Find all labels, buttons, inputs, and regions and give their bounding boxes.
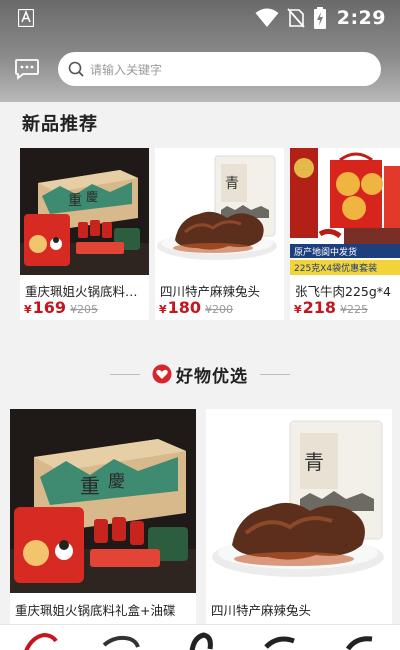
search-icon	[68, 61, 84, 77]
original-price: ¥200	[205, 303, 234, 316]
cart-icon[interactable]	[258, 627, 302, 650]
svg-text:重: 重	[80, 474, 100, 498]
price: 169	[32, 298, 67, 317]
search-input[interactable]: 请输入关键字	[90, 61, 162, 78]
profile-icon[interactable]	[338, 627, 382, 650]
svg-text:原产地阆中发货: 原产地阆中发货	[294, 246, 357, 258]
product-card[interactable]: 青 四川特产麻辣兔头	[206, 409, 392, 624]
no-sim-icon	[287, 8, 305, 28]
product-card[interactable]: 重 慶 重庆珮姐火锅底料礼盒+油碟	[10, 409, 196, 624]
product-card[interactable]: 原产地阆中发货 225克X4袋优惠套装 张飞牛肉225g*4 ¥218 ¥225	[290, 148, 400, 320]
product-image[interactable]: 青	[155, 148, 284, 275]
home-icon[interactable]	[18, 627, 62, 650]
product-card[interactable]: 重 慶 重庆珮姐火锅底料… ¥169 ¥205	[20, 148, 149, 320]
price-row: ¥180 ¥200	[159, 298, 233, 317]
price-symbol: ¥	[294, 303, 302, 316]
battery-icon	[313, 7, 326, 29]
section-title-new: 新品推荐	[22, 114, 98, 135]
price-symbol: ¥	[159, 303, 167, 316]
svg-text:慶: 慶	[86, 190, 98, 204]
bottom-nav	[0, 624, 400, 650]
message-icon[interactable]	[14, 58, 40, 80]
product-image[interactable]: 青	[206, 409, 392, 593]
product-image[interactable]: 重 慶	[10, 409, 196, 593]
wifi-icon	[255, 8, 279, 27]
featured-section-header: 好物优选	[0, 360, 400, 388]
status-bar: 2:29	[0, 0, 400, 36]
svg-text:重: 重	[68, 193, 82, 209]
category-icon[interactable]	[98, 627, 142, 650]
discover-icon[interactable]	[178, 627, 222, 650]
svg-text:青: 青	[225, 176, 239, 192]
original-price: ¥205	[70, 303, 99, 316]
price: 180	[167, 298, 202, 317]
clock: 2:29	[336, 7, 386, 29]
new-products-row[interactable]: 重 慶 重庆珮姐火锅底料… ¥169 ¥205 青 四川特产麻辣兔头 ¥ 180…	[20, 148, 400, 320]
product-image[interactable]: 原产地阆中发货 225克X4袋优惠套装	[290, 148, 400, 275]
divider	[110, 373, 140, 375]
heart-icon	[152, 364, 172, 384]
product-card[interactable]: 青 四川特产麻辣兔头 ¥180 ¥200	[155, 148, 284, 320]
original-price: ¥225	[340, 303, 369, 316]
product-name: 四川特产麻辣兔头	[211, 603, 312, 618]
product-image[interactable]: 重 慶	[20, 148, 149, 275]
section-title-featured: 好物优选	[176, 366, 248, 387]
svg-text:青: 青	[304, 450, 324, 474]
svg-text:慶: 慶	[108, 472, 125, 492]
product-name: 重庆珮姐火锅底料礼盒+油碟	[15, 603, 176, 618]
price-row: ¥169 ¥205	[24, 298, 98, 317]
divider	[260, 373, 290, 375]
app-notification-icon	[18, 9, 34, 27]
header: 2:29 请输入关键字	[0, 0, 400, 102]
price: 218	[302, 298, 337, 317]
price-row: ¥218 ¥225	[294, 298, 368, 317]
svg-text:225克X4袋优惠套装: 225克X4袋优惠套装	[294, 262, 377, 274]
search-bar[interactable]: 请输入关键字	[58, 52, 381, 86]
price-symbol: ¥	[24, 303, 32, 316]
